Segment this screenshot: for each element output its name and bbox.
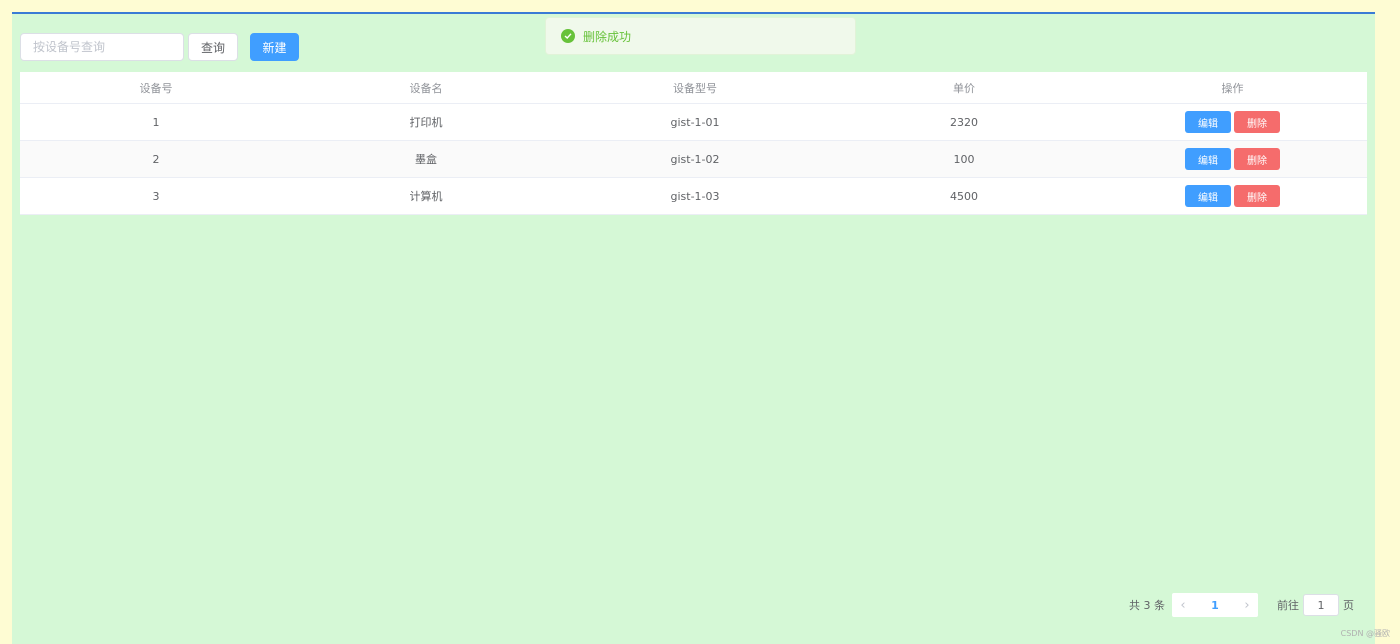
header-unit-price: 单价 <box>953 81 975 95</box>
table-row: 2 墨盒 gist-1-02 100 编辑 删除 <box>20 141 1367 178</box>
success-toast: 删除成功 <box>545 17 856 55</box>
header-device-model: 设备型号 <box>673 81 717 95</box>
cell-device-id: 3 <box>152 189 160 203</box>
edit-button[interactable]: 编辑 <box>1185 148 1231 170</box>
cell-unit-price: 2320 <box>950 115 978 129</box>
pagination: 共 3 条 ‹ 1 › 前往 页 <box>1129 592 1354 618</box>
cell-device-name: 墨盒 <box>415 153 437 166</box>
cell-unit-price: 100 <box>953 152 975 166</box>
main-panel: 查询 新建 删除成功 设备号 设备名 设备型号 单价 操作 1 打印机 gist… <box>12 12 1375 644</box>
device-table: 设备号 设备名 设备型号 单价 操作 1 打印机 gist-1-01 2320 … <box>20 72 1367 215</box>
edit-button[interactable]: 编辑 <box>1185 111 1231 133</box>
header-device-id: 设备号 <box>139 81 173 95</box>
edit-button[interactable]: 编辑 <box>1185 185 1231 207</box>
table-row: 3 计算机 gist-1-03 4500 编辑 删除 <box>20 178 1367 215</box>
query-button[interactable]: 查询 <box>188 33 238 61</box>
cell-actions: 编辑 删除 <box>1098 185 1367 207</box>
cell-device-id: 1 <box>152 115 160 129</box>
table-header-row: 设备号 设备名 设备型号 单价 操作 <box>20 72 1367 104</box>
toast-message: 删除成功 <box>583 29 632 44</box>
cell-device-name: 打印机 <box>409 116 443 129</box>
chevron-right-icon[interactable]: › <box>1236 598 1258 613</box>
check-circle-icon <box>561 29 575 43</box>
page-jump-input[interactable] <box>1303 594 1339 616</box>
cell-unit-price: 4500 <box>950 189 978 203</box>
new-button[interactable]: 新建 <box>250 33 299 61</box>
goto-label: 前往 <box>1277 599 1299 612</box>
watermark: CSDN @骚欧 <box>1340 629 1390 638</box>
page-suffix: 页 <box>1343 599 1354 612</box>
cell-device-id: 2 <box>152 152 160 166</box>
table-row: 1 打印机 gist-1-01 2320 编辑 删除 <box>20 104 1367 141</box>
page-number[interactable]: 1 <box>1194 599 1236 612</box>
delete-button[interactable]: 删除 <box>1234 111 1280 133</box>
delete-button[interactable]: 删除 <box>1234 185 1280 207</box>
cell-device-model: gist-1-01 <box>670 115 720 129</box>
cell-actions: 编辑 删除 <box>1098 148 1367 170</box>
cell-actions: 编辑 删除 <box>1098 111 1367 133</box>
cell-device-model: gist-1-03 <box>670 189 720 203</box>
pagination-pages: ‹ 1 › <box>1172 593 1258 617</box>
pagination-total: 共 3 条 <box>1129 599 1165 612</box>
delete-button[interactable]: 删除 <box>1234 148 1280 170</box>
header-device-name: 设备名 <box>409 81 443 95</box>
header-actions: 操作 <box>1221 81 1244 95</box>
cell-device-model: gist-1-02 <box>670 152 720 166</box>
chevron-left-icon[interactable]: ‹ <box>1172 598 1194 613</box>
cell-device-name: 计算机 <box>409 190 443 203</box>
search-input[interactable] <box>20 33 184 61</box>
